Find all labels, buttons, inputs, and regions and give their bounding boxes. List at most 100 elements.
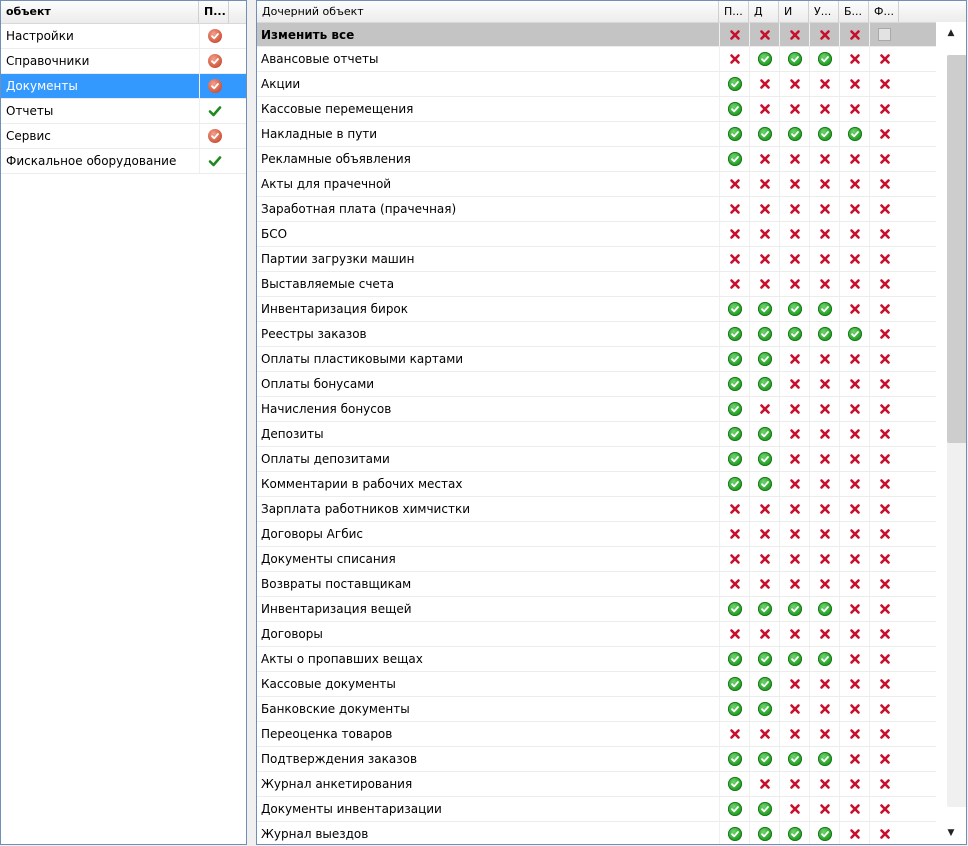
header-col-d[interactable]: Д bbox=[749, 1, 779, 22]
permission-cell[interactable] bbox=[809, 497, 839, 521]
permission-cell[interactable] bbox=[839, 497, 869, 521]
permission-cell[interactable] bbox=[779, 797, 809, 821]
permission-cell[interactable] bbox=[839, 147, 869, 171]
permission-cell[interactable] bbox=[869, 247, 899, 271]
scroll-down-icon[interactable]: ▼ bbox=[936, 822, 966, 844]
permission-cell[interactable] bbox=[779, 122, 809, 146]
permission-cell[interactable] bbox=[809, 822, 839, 844]
permission-cell[interactable] bbox=[749, 97, 779, 121]
permission-cell[interactable] bbox=[809, 97, 839, 121]
permission-cell[interactable] bbox=[719, 672, 749, 696]
permission-cell[interactable] bbox=[779, 422, 809, 446]
permission-cell[interactable] bbox=[749, 322, 779, 346]
permission-cell[interactable] bbox=[839, 372, 869, 396]
permission-cell[interactable] bbox=[809, 647, 839, 671]
permission-cell[interactable] bbox=[749, 422, 779, 446]
permission-cell[interactable] bbox=[839, 197, 869, 221]
permission-cell[interactable] bbox=[719, 247, 749, 271]
permission-cell[interactable] bbox=[719, 447, 749, 471]
permission-cell[interactable] bbox=[809, 172, 839, 196]
object-row[interactable]: Фискальное оборудование bbox=[1, 149, 246, 174]
permission-cell[interactable] bbox=[839, 297, 869, 321]
permission-cell[interactable] bbox=[839, 572, 869, 596]
child-object-row[interactable]: Журнал анкетирования bbox=[257, 772, 966, 797]
permission-cell[interactable] bbox=[809, 797, 839, 821]
permission-cell[interactable] bbox=[869, 197, 899, 221]
permission-cell[interactable] bbox=[749, 497, 779, 521]
permission-cell[interactable] bbox=[779, 247, 809, 271]
permission-cell[interactable] bbox=[809, 447, 839, 471]
permission-cell[interactable] bbox=[749, 572, 779, 596]
child-object-row[interactable]: Переоценка товаров bbox=[257, 722, 966, 747]
child-object-row[interactable]: Заработная плата (прачечная) bbox=[257, 197, 966, 222]
permission-cell[interactable] bbox=[779, 297, 809, 321]
permission-cell[interactable] bbox=[809, 522, 839, 546]
permission-cell[interactable] bbox=[869, 797, 899, 821]
permission-cell[interactable] bbox=[779, 497, 809, 521]
permission-cell[interactable] bbox=[839, 597, 869, 621]
permission-cell[interactable] bbox=[839, 47, 869, 71]
permission-cell[interactable] bbox=[809, 547, 839, 571]
permission-cell[interactable] bbox=[749, 23, 779, 46]
permission-cell[interactable] bbox=[749, 672, 779, 696]
permission-cell[interactable] bbox=[839, 122, 869, 146]
child-object-row[interactable]: Реестры заказов bbox=[257, 322, 966, 347]
permission-cell[interactable] bbox=[809, 122, 839, 146]
permission-cell[interactable] bbox=[749, 172, 779, 196]
header-permission[interactable]: П... bbox=[199, 1, 229, 23]
permission-cell[interactable] bbox=[779, 97, 809, 121]
permission-cell[interactable] bbox=[809, 422, 839, 446]
permission-cell[interactable] bbox=[869, 522, 899, 546]
permission-cell[interactable] bbox=[869, 472, 899, 496]
permission-cell[interactable] bbox=[869, 172, 899, 196]
child-object-row[interactable]: Журнал выездов bbox=[257, 822, 966, 844]
permission-cell[interactable] bbox=[719, 697, 749, 721]
permission-cell[interactable] bbox=[719, 122, 749, 146]
permission-cell[interactable] bbox=[779, 347, 809, 371]
permission-cell[interactable] bbox=[869, 772, 899, 796]
permission-cell[interactable] bbox=[809, 672, 839, 696]
permission-cell[interactable] bbox=[779, 622, 809, 646]
permission-cell[interactable] bbox=[779, 747, 809, 771]
permission-cell[interactable] bbox=[869, 272, 899, 296]
child-object-row[interactable]: БСО bbox=[257, 222, 966, 247]
permission-cell[interactable] bbox=[749, 472, 779, 496]
child-object-row[interactable]: Накладные в пути bbox=[257, 122, 966, 147]
permission-cell[interactable] bbox=[839, 722, 869, 746]
header-col-f[interactable]: Ф... bbox=[869, 1, 899, 22]
permission-cell[interactable] bbox=[719, 322, 749, 346]
child-object-row[interactable]: Документы списания bbox=[257, 547, 966, 572]
permission-cell[interactable] bbox=[719, 147, 749, 171]
child-object-row[interactable]: Начисления бонусов bbox=[257, 397, 966, 422]
permission-cell[interactable] bbox=[809, 247, 839, 271]
permission-cell[interactable] bbox=[719, 597, 749, 621]
scroll-up-icon[interactable]: ▲ bbox=[936, 22, 966, 44]
permission-cell[interactable] bbox=[839, 322, 869, 346]
permission-cell[interactable] bbox=[749, 797, 779, 821]
permission-cell[interactable] bbox=[719, 497, 749, 521]
permission-cell[interactable] bbox=[809, 322, 839, 346]
header-object[interactable]: объект bbox=[1, 1, 199, 23]
permission-cell[interactable] bbox=[809, 23, 839, 46]
child-object-row[interactable]: Документы инвентаризации bbox=[257, 797, 966, 822]
permission-cell[interactable] bbox=[869, 672, 899, 696]
child-object-row[interactable]: Подтверждения заказов bbox=[257, 747, 966, 772]
permission-cell[interactable] bbox=[809, 772, 839, 796]
child-object-row[interactable]: Кассовые документы bbox=[257, 672, 966, 697]
child-object-row[interactable]: Акции bbox=[257, 72, 966, 97]
permission-cell[interactable] bbox=[839, 622, 869, 646]
permission-cell[interactable] bbox=[779, 72, 809, 96]
permission-cell[interactable] bbox=[779, 222, 809, 246]
permission-cell[interactable] bbox=[779, 822, 809, 844]
permission-cell[interactable] bbox=[749, 647, 779, 671]
object-permission-cell[interactable] bbox=[199, 124, 229, 148]
permission-cell[interactable] bbox=[839, 522, 869, 546]
permission-cell[interactable] bbox=[809, 297, 839, 321]
permission-cell[interactable] bbox=[719, 97, 749, 121]
permission-cell[interactable] bbox=[779, 23, 809, 46]
permission-cell[interactable] bbox=[809, 697, 839, 721]
permission-cell[interactable] bbox=[779, 672, 809, 696]
permission-cell[interactable] bbox=[809, 47, 839, 71]
permission-cell[interactable] bbox=[839, 397, 869, 421]
permission-cell[interactable] bbox=[809, 147, 839, 171]
